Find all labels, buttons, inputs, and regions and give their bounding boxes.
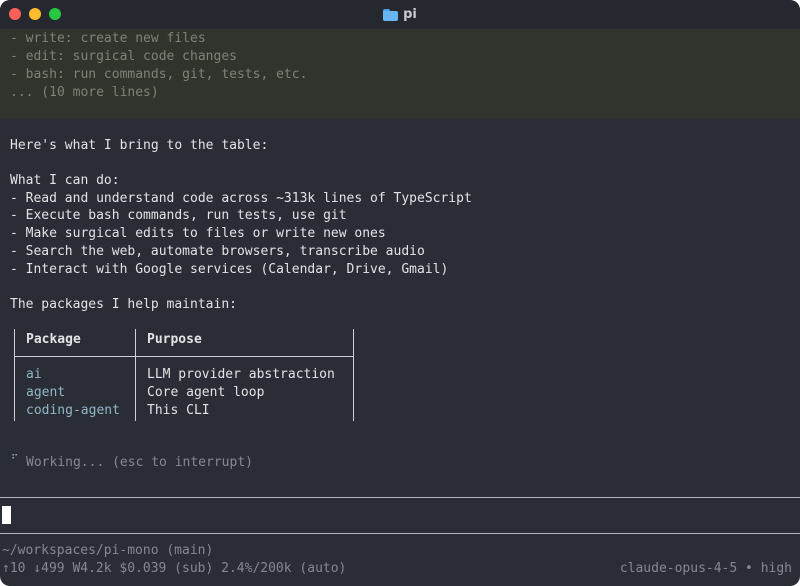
tool-output-more: ... (10 more lines)	[10, 85, 159, 100]
table-cell-purpose: LLM provider abstraction	[147, 367, 335, 382]
title-bar: pi	[0, 0, 800, 29]
can-do-item: - Read and understand code across ~313k …	[10, 191, 472, 206]
table-header-purpose: Purpose	[147, 332, 202, 347]
can-do-item: - Interact with Google services (Calenda…	[10, 262, 449, 277]
message-intro: Here's what I bring to the table:	[10, 138, 269, 153]
prompt-input[interactable]	[0, 498, 800, 532]
table-cell-package: agent	[26, 385, 66, 400]
tool-output-line: - bash: run commands, git, tests, etc.	[10, 67, 308, 82]
footer-model: claude-opus-4-5 • high	[619, 561, 792, 576]
input-bottom-border	[0, 533, 800, 534]
folder-icon	[383, 8, 399, 21]
table-cell-package: coding-agent	[26, 403, 120, 418]
table-cell-package: ai	[26, 367, 42, 382]
table-cell-purpose: Core agent loop	[147, 385, 265, 400]
can-do-item: - Search the web, automate browsers, tra…	[10, 244, 425, 259]
working-status: Working... (esc to interrupt)	[26, 455, 253, 470]
tool-output-line: - edit: surgical code changes	[10, 49, 237, 64]
can-do-item: - Make surgical edits to files or write …	[10, 226, 386, 241]
footer-path: ~/workspaces/pi-mono (main)	[2, 543, 214, 558]
window-title: pi	[0, 0, 800, 29]
spinner-icon: ⠋	[11, 454, 19, 465]
footer-stats: ↑10 ↓499 W4.2k $0.039 (sub) 2.4%/200k (a…	[2, 561, 347, 576]
table-cell-purpose: This CLI	[147, 403, 210, 418]
tool-output-line: - write: create new files	[10, 31, 206, 46]
text-cursor	[2, 506, 11, 524]
tool-output-block: - write: create new files - edit: surgic…	[0, 29, 800, 118]
can-do-heading: What I can do:	[10, 173, 120, 188]
table-header-package: Package	[26, 332, 81, 347]
window-title-text: pi	[403, 7, 417, 22]
packages-heading: The packages I help maintain:	[10, 297, 237, 312]
terminal-window: pi - write: create new files - edit: sur…	[0, 0, 800, 586]
can-do-item: - Execute bash commands, run tests, use …	[10, 208, 347, 223]
